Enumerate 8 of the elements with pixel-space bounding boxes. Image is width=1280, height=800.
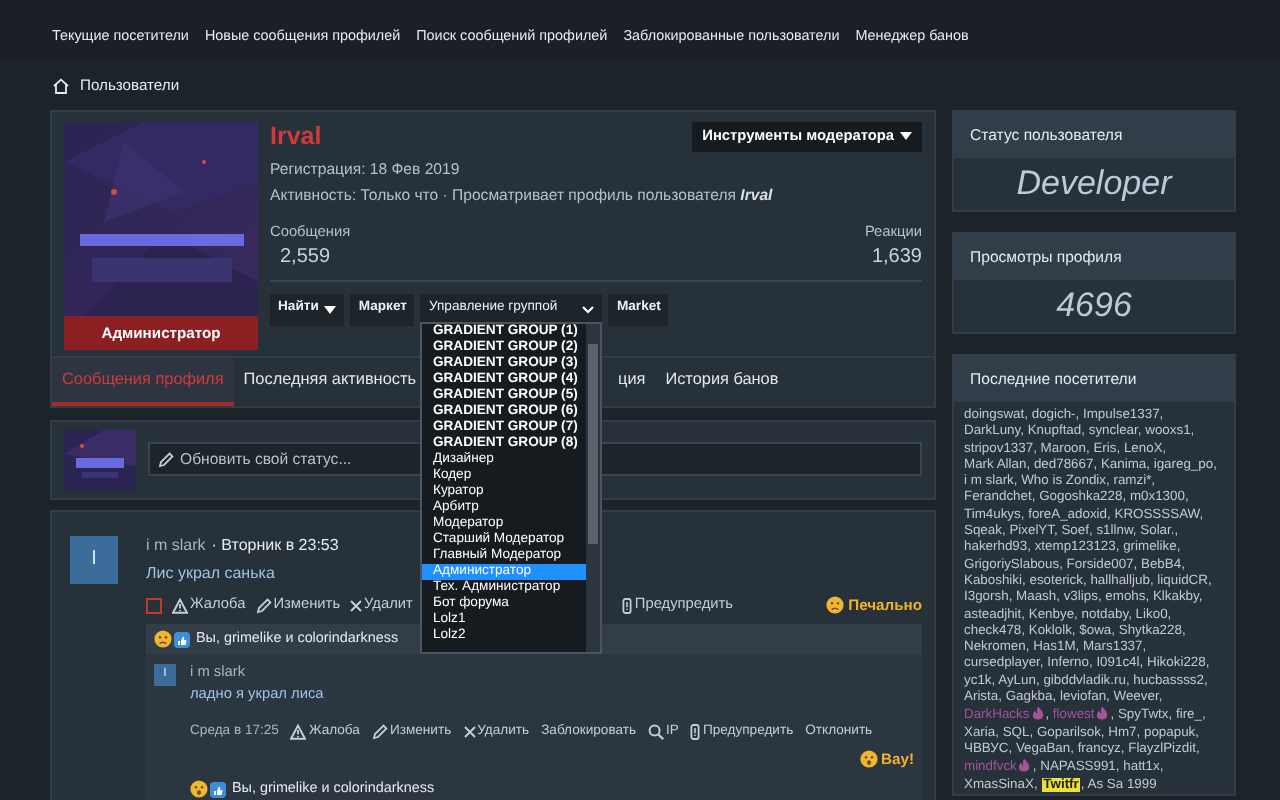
- post-text: Лис украл санька: [146, 564, 275, 585]
- avatar-letter: I: [70, 535, 118, 584]
- card-value: Developer: [1014, 162, 1175, 206]
- stat-value: 2,559: [278, 245, 333, 270]
- post-time: · Вторник в 23:53: [211, 535, 339, 555]
- username: Irval: [270, 122, 322, 152]
- stat-value: 1,639: [869, 245, 922, 270]
- card-value: 4696: [1054, 284, 1134, 328]
